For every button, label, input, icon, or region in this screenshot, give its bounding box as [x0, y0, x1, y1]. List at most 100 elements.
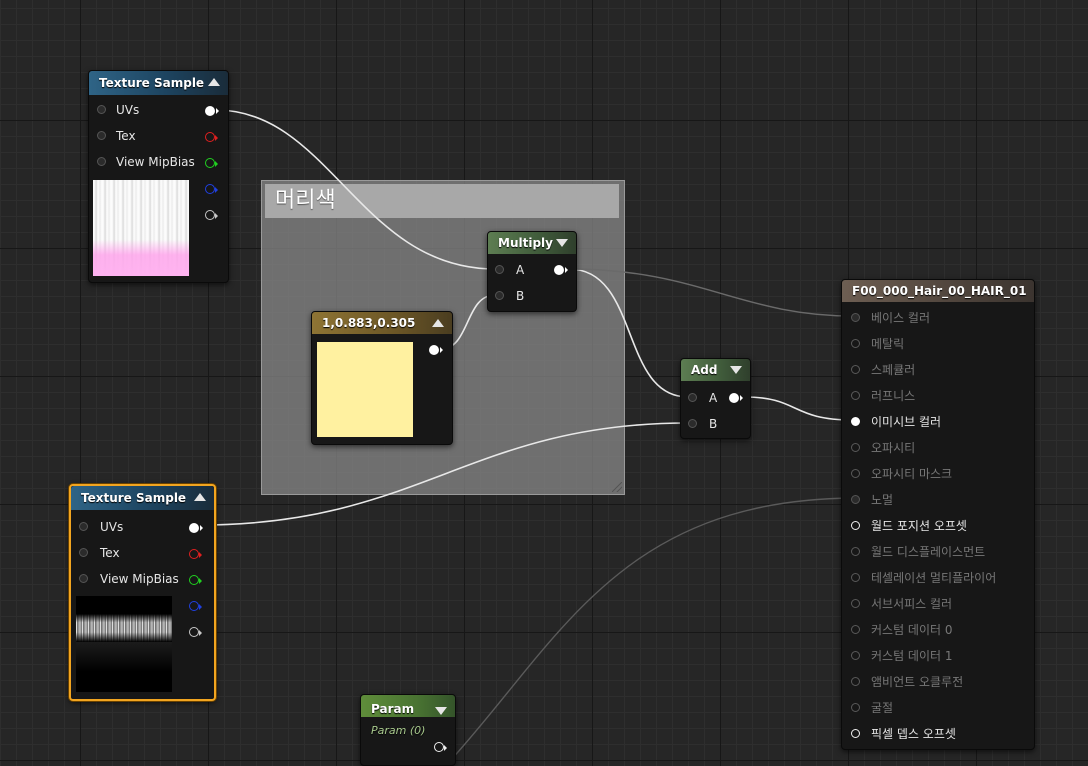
node-header[interactable]: F00_000_Hair_00_HAIR_01: [842, 280, 1034, 302]
input-pin-icon[interactable]: [688, 419, 697, 428]
input-pin-icon[interactable]: [79, 522, 88, 531]
pin-label: 베이스 컬러: [871, 311, 931, 325]
node-title: Add: [691, 363, 718, 377]
param-node[interactable]: Param Param (0): [360, 694, 456, 766]
material-result-node[interactable]: F00_000_Hair_00_HAIR_01 베이스 컬러메탈릭스페큘러러프니…: [841, 279, 1035, 750]
comment-title[interactable]: 머리색: [265, 184, 619, 218]
pin-label: UVs: [100, 520, 124, 534]
pin-label: 앰비언트 오클루전: [871, 675, 964, 689]
input-pin-icon[interactable]: [851, 495, 860, 504]
pin-label: 월드 디스플레이스먼트: [871, 545, 986, 559]
input-pin-icon[interactable]: [851, 625, 860, 634]
input-pin-icon[interactable]: [851, 365, 860, 374]
texture-preview-hair-mask: [76, 596, 172, 692]
input-pin-icon[interactable]: [851, 391, 860, 400]
pin-label: 오파시티: [871, 441, 916, 455]
output-pin-icon[interactable]: [434, 742, 447, 752]
collapse-arrow-icon[interactable]: [730, 366, 742, 374]
output-a-pin-icon[interactable]: [189, 627, 202, 637]
texture-sample-node-2[interactable]: Texture Sample UVs Tex View MipBias: [69, 484, 216, 701]
output-r-pin-icon[interactable]: [205, 132, 218, 142]
wire-add-to-emissive: [743, 396, 854, 421]
collapse-arrow-icon[interactable]: [208, 78, 220, 86]
input-pin-icon[interactable]: [851, 651, 860, 660]
input-pin-icon[interactable]: [851, 677, 860, 686]
input-pin-icon[interactable]: [97, 157, 106, 166]
node-title: 1,0.883,0.305: [322, 316, 416, 330]
pin-label: B: [516, 289, 525, 303]
pin-label: 커스텀 데이터 0: [871, 623, 953, 637]
input-pin-icon[interactable]: [851, 443, 860, 452]
pin-label: 굴절: [871, 701, 894, 715]
output-r-pin-icon[interactable]: [189, 549, 202, 559]
output-pin-icon[interactable]: [554, 265, 568, 275]
pin-label: 커스텀 데이터 1: [871, 649, 953, 663]
pin-label: 메탈릭: [871, 337, 905, 351]
output-g-pin-icon[interactable]: [205, 158, 218, 168]
output-rgb-pin-icon[interactable]: [205, 106, 219, 116]
node-title: F00_000_Hair_00_HAIR_01: [852, 284, 1027, 298]
node-header[interactable]: Param Param (0): [361, 695, 455, 737]
add-node[interactable]: Add A B: [680, 358, 751, 439]
texture-preview-hair-pink: [93, 180, 189, 276]
input-pin-icon[interactable]: [851, 469, 860, 478]
output-a-pin-icon[interactable]: [205, 210, 218, 220]
node-title: Texture Sample: [81, 491, 187, 505]
output-b-pin-icon[interactable]: [205, 184, 218, 194]
pin-label: 노멀: [871, 493, 894, 507]
texture-sample-node-1[interactable]: Texture Sample UVs Tex View MipBias: [88, 70, 229, 283]
pin-label: A: [516, 263, 525, 277]
node-header[interactable]: Texture Sample: [89, 71, 228, 95]
pin-label: A: [709, 391, 718, 405]
collapse-arrow-icon[interactable]: [194, 493, 206, 501]
input-pin-icon[interactable]: [495, 291, 504, 300]
output-rgb-pin-icon[interactable]: [189, 523, 203, 533]
pin-label: Tex: [100, 546, 120, 560]
input-pin-icon[interactable]: [851, 729, 860, 738]
pin-label: UVs: [116, 103, 140, 117]
output-g-pin-icon[interactable]: [189, 575, 202, 585]
input-pin-icon[interactable]: [851, 313, 860, 322]
input-pin-icon[interactable]: [495, 265, 504, 274]
pin-label: 픽셀 뎁스 오프셋: [871, 727, 956, 741]
node-title: Multiply: [498, 236, 553, 250]
collapse-arrow-icon[interactable]: [435, 707, 447, 715]
collapse-arrow-icon[interactable]: [432, 319, 444, 327]
input-pin-icon[interactable]: [851, 573, 860, 582]
input-pin-icon[interactable]: [851, 521, 860, 530]
pin-label: 서브서피스 컬러: [871, 597, 953, 611]
node-header[interactable]: Multiply: [488, 232, 576, 254]
input-pin-icon[interactable]: [79, 574, 88, 583]
node-subtitle: Param (0): [371, 724, 426, 737]
pin-label: 이미시브 컬러: [871, 415, 942, 429]
input-pin-icon[interactable]: [97, 105, 106, 114]
pin-label: View MipBias: [100, 572, 179, 586]
input-pin-icon[interactable]: [688, 393, 697, 402]
multiply-node[interactable]: Multiply A B: [487, 231, 577, 312]
comment-resize-handle[interactable]: [612, 482, 622, 492]
color-swatch: [317, 342, 413, 437]
pin-label: 러프니스: [871, 389, 916, 403]
input-pin-icon[interactable]: [79, 548, 88, 557]
output-b-pin-icon[interactable]: [189, 601, 202, 611]
constant3-node[interactable]: 1,0.883,0.305: [311, 311, 453, 445]
output-pin-icon[interactable]: [729, 393, 743, 403]
node-header[interactable]: 1,0.883,0.305: [312, 312, 452, 334]
input-pin-icon[interactable]: [851, 339, 860, 348]
input-pin-icon[interactable]: [851, 417, 860, 426]
pin-label: Tex: [116, 129, 136, 143]
input-pin-icon[interactable]: [851, 547, 860, 556]
pin-label: B: [709, 417, 718, 431]
node-header[interactable]: Texture Sample: [71, 486, 214, 510]
collapse-arrow-icon[interactable]: [556, 239, 568, 247]
pin-label: 테셀레이션 멀티플라이어: [871, 571, 997, 585]
node-header[interactable]: Add: [681, 359, 750, 381]
output-pin-icon[interactable]: [429, 345, 443, 355]
input-pin-icon[interactable]: [851, 599, 860, 608]
pin-label: 오파시티 마스크: [871, 467, 953, 481]
pin-label: 스페큘러: [871, 363, 916, 377]
material-graph-canvas[interactable]: 머리색 Texture Sample UVs Tex View MipBias: [0, 0, 1088, 766]
input-pin-icon[interactable]: [97, 131, 106, 140]
input-pin-icon[interactable]: [851, 703, 860, 712]
node-title: Texture Sample: [99, 76, 205, 90]
